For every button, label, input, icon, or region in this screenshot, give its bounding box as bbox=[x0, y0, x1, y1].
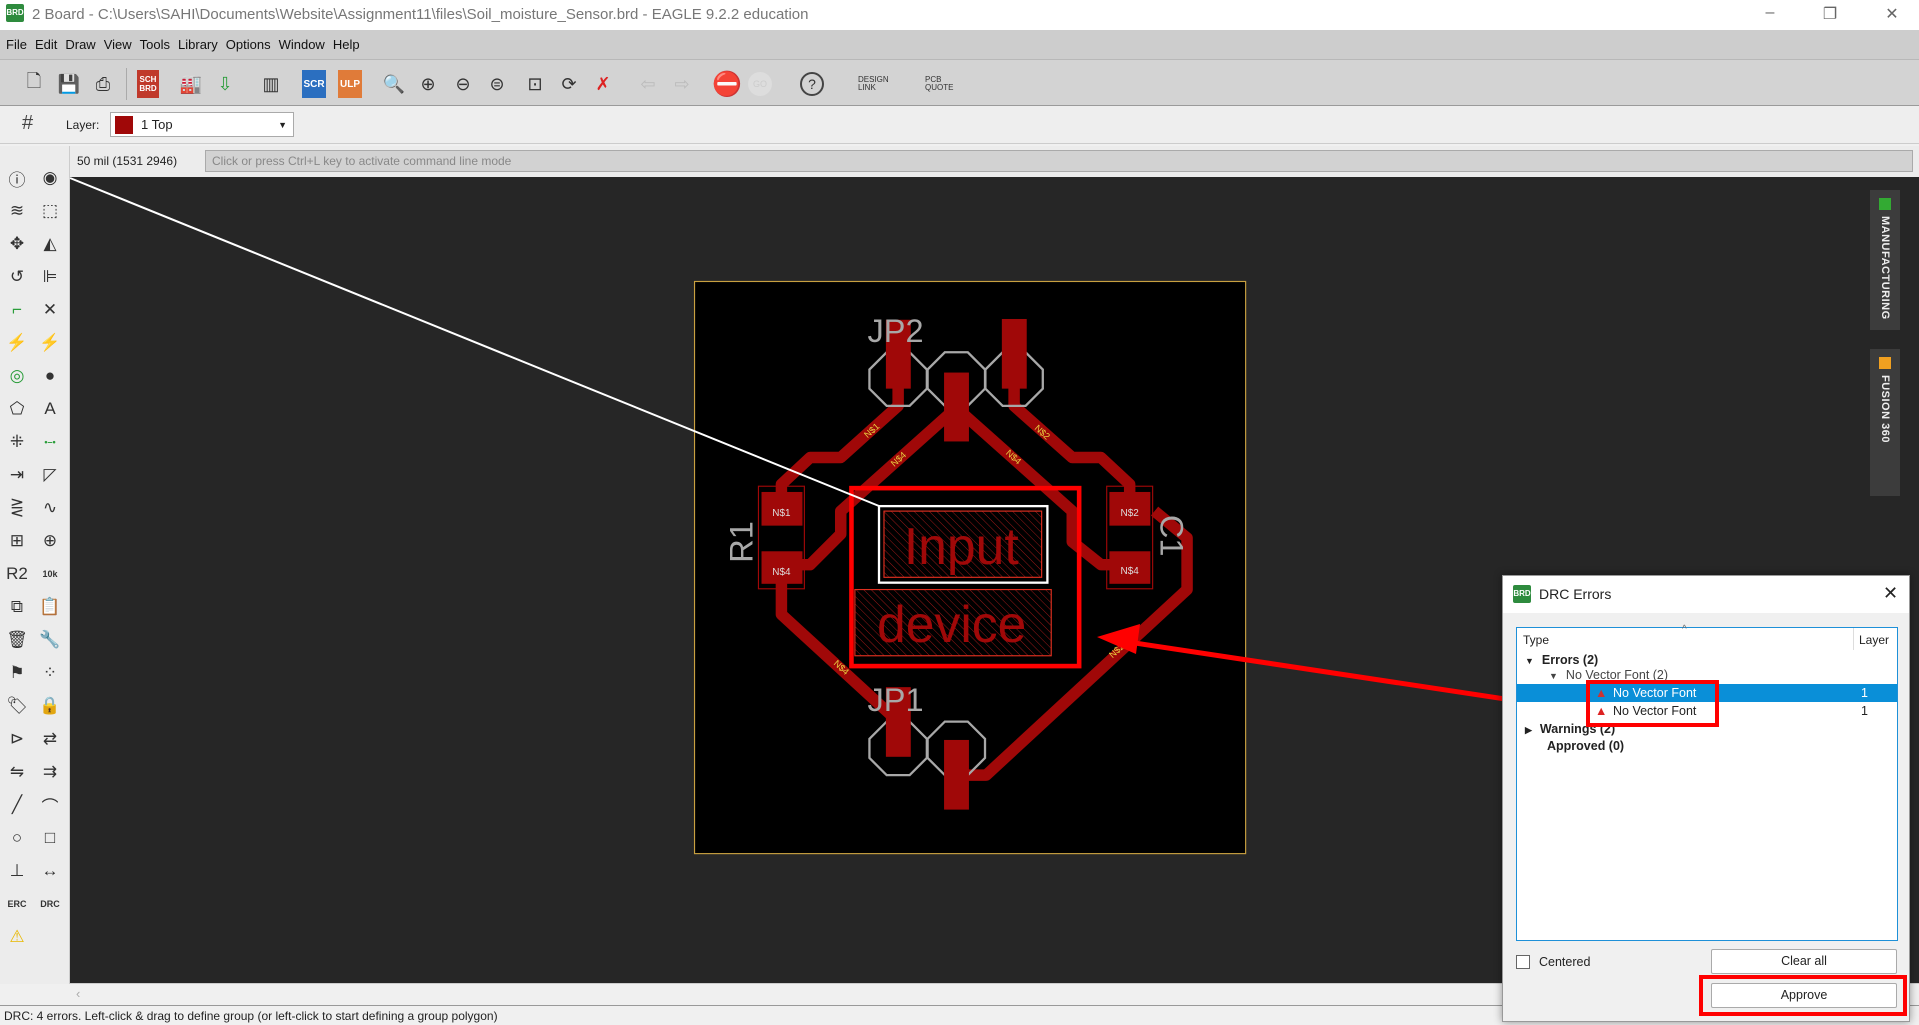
label-input: Input bbox=[904, 517, 1019, 575]
annotation-box bbox=[1586, 680, 1719, 727]
expand-icon: ▼ bbox=[1549, 671, 1558, 681]
tab-label: MANUFACTURING bbox=[1879, 216, 1891, 320]
label-jp1: JP1 bbox=[868, 682, 924, 718]
error-layer: 1 bbox=[1861, 704, 1868, 718]
pad-net-label: N$1 bbox=[772, 508, 791, 519]
column-layer[interactable]: Layer bbox=[1859, 633, 1889, 647]
label-device: device bbox=[877, 595, 1026, 653]
dialog-title: DRC Errors bbox=[1539, 586, 1612, 602]
dialog-title-bar: BRD DRC Errors ✕ bbox=[1503, 576, 1909, 613]
label-jp2: JP2 bbox=[868, 313, 924, 349]
dialog-close-button[interactable]: ✕ bbox=[1883, 583, 1898, 604]
manufacturing-icon bbox=[1879, 198, 1891, 210]
scroll-left-icon[interactable]: ‹ bbox=[76, 986, 80, 1001]
expand-icon: ▼ bbox=[1525, 656, 1534, 666]
tab-manufacturing[interactable]: MANUFACTURING bbox=[1870, 190, 1900, 330]
tree-label: Errors (2) bbox=[1541, 653, 1599, 667]
label-r1: R1 bbox=[724, 521, 760, 563]
error-layer: 1 bbox=[1861, 686, 1868, 700]
pad-net-label: N$2 bbox=[1121, 508, 1140, 519]
tab-fusion-360[interactable]: FUSION 360 bbox=[1870, 349, 1900, 496]
label-c1: C1 bbox=[1153, 515, 1189, 557]
fusion-icon bbox=[1879, 357, 1891, 369]
brd-icon: BRD bbox=[1513, 585, 1531, 603]
drc-errors-dialog: BRD DRC Errors ✕ ^ Type Layer ▼ Errors (2… bbox=[1502, 575, 1910, 1022]
tree-approved[interactable]: Approved (0) bbox=[1517, 737, 1897, 755]
pad-net-label: N$4 bbox=[772, 567, 791, 578]
pad-net-label: N$4 bbox=[1121, 566, 1140, 577]
centered-checkbox[interactable] bbox=[1516, 955, 1530, 969]
clear-all-button[interactable]: Clear all bbox=[1711, 949, 1897, 974]
annotation-box bbox=[1699, 975, 1907, 1016]
drc-error-list[interactable]: ^ Type Layer ▼ Errors (2) ▼ No Vector Font… bbox=[1516, 624, 1898, 941]
sort-ascending-icon: ^ bbox=[1682, 624, 1687, 635]
expand-icon: ▶ bbox=[1525, 725, 1532, 735]
tab-label: FUSION 360 bbox=[1879, 375, 1891, 443]
centered-label: Centered bbox=[1539, 955, 1591, 969]
column-type[interactable]: Type bbox=[1523, 633, 1549, 647]
divider bbox=[1853, 628, 1854, 650]
